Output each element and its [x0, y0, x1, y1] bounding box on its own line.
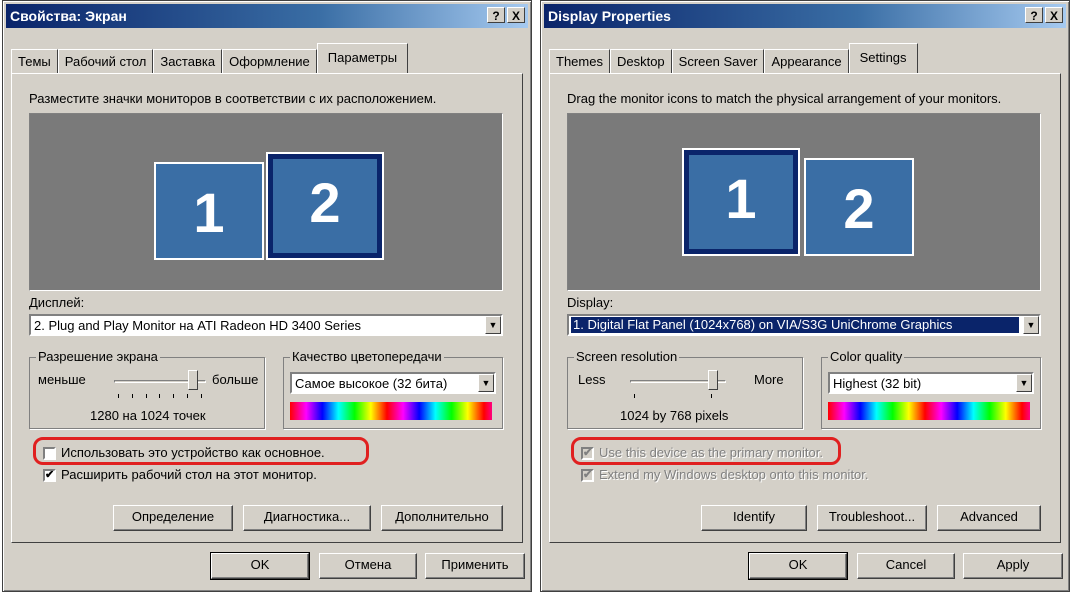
ok-button[interactable]: OK [210, 552, 310, 580]
red-highlight-ring [33, 437, 369, 465]
resolution-slider-thumb[interactable] [708, 370, 718, 390]
display-select[interactable]: 1. Digital Flat Panel (1024x768) on VIA/… [567, 314, 1041, 336]
color-quality-group-title: Color quality [828, 349, 905, 364]
resolution-group-title: Screen resolution [574, 349, 680, 364]
title-bar[interactable]: Свойства: Экран ? X [6, 4, 528, 28]
close-button[interactable]: X [1045, 7, 1063, 23]
apply-button[interactable]: Применить [425, 553, 525, 579]
monitor-arrangement-area: 1 2 [29, 113, 503, 291]
less-label: меньше [38, 372, 86, 387]
resolution-value: 1280 на 1024 точек [90, 408, 206, 423]
window-title: Display Properties [548, 8, 671, 24]
advanced-button[interactable]: Advanced [937, 505, 1041, 531]
troubleshoot-button[interactable]: Диагностика... [243, 505, 371, 531]
resolution-group: Разрешение экрана меньше больше 1280 на … [29, 349, 265, 429]
extend-desktop-checkbox: ✔ [581, 469, 594, 482]
tab-themes[interactable]: Темы [11, 49, 58, 73]
more-label: больше [212, 372, 259, 387]
color-quality-select[interactable]: Highest (32 bit) ▼ [828, 372, 1034, 394]
monitor-2-icon[interactable]: 2 [804, 158, 914, 256]
display-properties-dialog-en: Display Properties ? X Themes Desktop Sc… [540, 0, 1070, 592]
slider-ticks [118, 394, 202, 398]
tab-strip: Темы Рабочий стол Заставка Оформление Па… [11, 43, 409, 73]
color-spectrum-bar [290, 402, 492, 420]
display-label: Display: [567, 295, 614, 310]
tab-strip: Themes Desktop Screen Saver Appearance S… [549, 43, 918, 73]
display-select-value: 2. Plug and Play Monitor на ATI Radeon H… [34, 318, 362, 333]
display-select[interactable]: 2. Plug and Play Monitor на ATI Radeon H… [29, 314, 503, 336]
resolution-value: 1024 by 768 pixels [620, 408, 729, 423]
color-spectrum-bar [828, 402, 1030, 420]
tab-screensaver[interactable]: Screen Saver [671, 49, 765, 73]
display-label: Дисплей: [29, 295, 85, 310]
more-label: More [754, 372, 784, 387]
tab-screensaver[interactable]: Заставка [153, 49, 223, 73]
extend-desktop-label[interactable]: Расширить рабочий стол на этот монитор. [61, 467, 317, 482]
red-highlight-ring [571, 437, 841, 465]
identify-button[interactable]: Определение [113, 505, 233, 531]
window-title: Свойства: Экран [10, 8, 127, 24]
tab-desktop[interactable]: Рабочий стол [57, 49, 154, 73]
troubleshoot-button[interactable]: Troubleshoot... [817, 505, 927, 531]
color-quality-select[interactable]: Самое высокое (32 бита) ▼ [290, 372, 496, 394]
display-properties-dialog-ru: Свойства: Экран ? X Темы Рабочий стол За… [2, 0, 532, 592]
instruction-text: Drag the monitor icons to match the phys… [567, 91, 1002, 106]
color-quality-value: Самое высокое (32 бита) [295, 376, 448, 391]
chevron-down-icon[interactable]: ▼ [1016, 374, 1032, 392]
chevron-down-icon[interactable]: ▼ [485, 316, 501, 334]
extend-desktop-checkbox[interactable]: ✔ [43, 469, 56, 482]
tab-themes[interactable]: Themes [549, 49, 610, 73]
resolution-group: Screen resolution Less More 1024 by 768 … [567, 349, 803, 429]
tab-appearance[interactable]: Appearance [764, 49, 849, 73]
close-button[interactable]: X [507, 7, 525, 23]
apply-button[interactable]: Apply [963, 553, 1063, 579]
color-quality-group: Color quality Highest (32 bit) ▼ [821, 349, 1041, 429]
monitor-arrangement-area: 1 2 [567, 113, 1041, 291]
identify-button[interactable]: Identify [701, 505, 807, 531]
monitor-2-icon[interactable]: 2 [266, 152, 384, 260]
monitor-1-icon[interactable]: 1 [682, 148, 800, 256]
resolution-slider-thumb[interactable] [188, 370, 198, 390]
tab-appearance[interactable]: Оформление [222, 49, 317, 73]
title-bar[interactable]: Display Properties ? X [544, 4, 1066, 28]
slider-ticks [634, 394, 712, 398]
monitor-1-icon[interactable]: 1 [154, 162, 264, 260]
less-label: Less [578, 372, 606, 387]
tab-desktop[interactable]: Desktop [609, 49, 672, 73]
cancel-button[interactable]: Отмена [319, 553, 417, 579]
tab-settings[interactable]: Параметры [316, 43, 409, 73]
display-select-value: 1. Digital Flat Panel (1024x768) on VIA/… [570, 316, 1020, 334]
chevron-down-icon[interactable]: ▼ [1023, 316, 1039, 334]
ok-button[interactable]: OK [748, 552, 848, 580]
help-button[interactable]: ? [1025, 7, 1043, 23]
chevron-down-icon[interactable]: ▼ [478, 374, 494, 392]
cancel-button[interactable]: Cancel [857, 553, 955, 579]
help-button[interactable]: ? [487, 7, 505, 23]
extend-desktop-label: Extend my Windows desktop onto this moni… [599, 467, 869, 482]
tab-settings[interactable]: Settings [848, 43, 918, 73]
resolution-group-title: Разрешение экрана [36, 349, 160, 364]
color-quality-group-title: Качество цветопередачи [290, 349, 444, 364]
color-quality-group: Качество цветопередачи Самое высокое (32… [283, 349, 503, 429]
advanced-button[interactable]: Дополнительно [381, 505, 503, 531]
color-quality-value: Highest (32 bit) [833, 376, 922, 391]
instruction-text: Разместите значки мониторов в соответств… [29, 91, 437, 106]
